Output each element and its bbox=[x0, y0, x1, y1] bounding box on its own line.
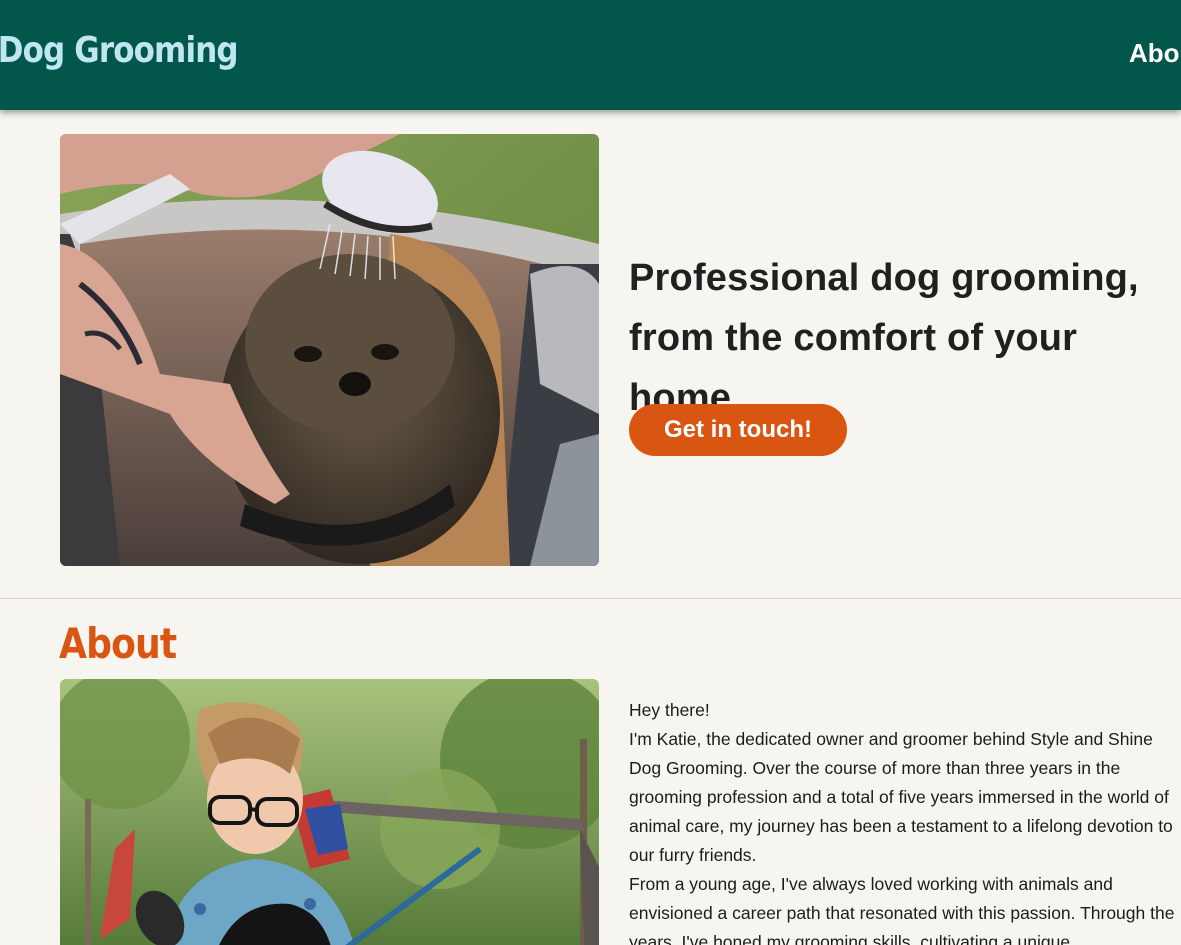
about-paragraph-1: I'm Katie, the dedicated owner and groom… bbox=[629, 729, 1173, 865]
hero-headline: Professional dog grooming, from the comf… bbox=[629, 257, 1139, 419]
about-photo-groomer bbox=[60, 679, 599, 945]
groomer-image bbox=[60, 679, 599, 945]
about-heading: About bbox=[59, 619, 177, 668]
site-brand[interactable]: le Dog Grooming bbox=[0, 30, 239, 71]
nav-link-about[interactable]: Abou bbox=[1129, 38, 1181, 69]
about-paragraph-2: From a young age, I've always loved work… bbox=[629, 874, 1175, 945]
dog-bath-image bbox=[60, 134, 599, 566]
about-greeting: Hey there! bbox=[629, 700, 710, 720]
about-bio: Hey there! I'm Katie, the dedicated owne… bbox=[629, 696, 1177, 945]
get-in-touch-button[interactable]: Get in touch! bbox=[629, 404, 847, 456]
hero-photo-dog-bath bbox=[60, 134, 599, 566]
section-divider bbox=[0, 598, 1181, 599]
site-header: le Dog Grooming Abou bbox=[0, 0, 1181, 110]
